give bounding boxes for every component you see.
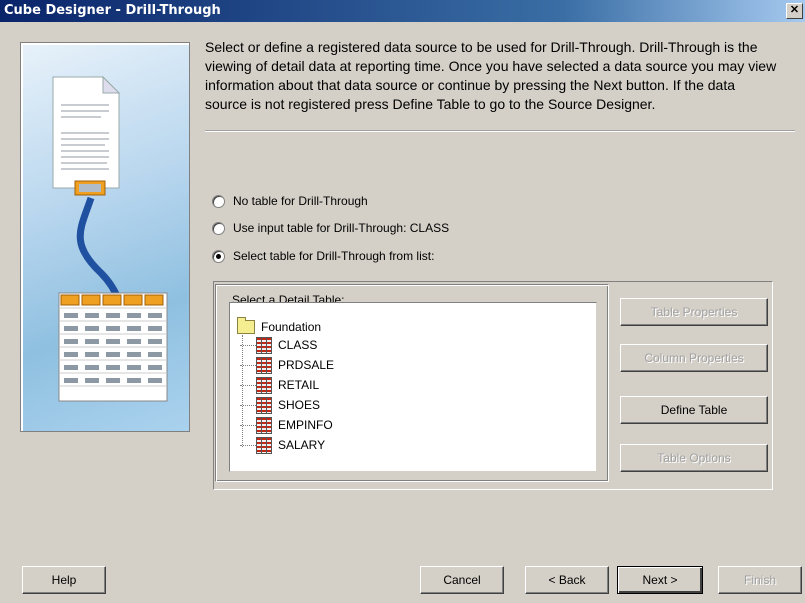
radio-input-table[interactable]: Use input table for Drill-Through: CLASS [212,221,449,235]
radio-no-table-indicator[interactable] [212,194,225,208]
radio-select-table-indicator[interactable] [212,249,225,263]
tree-item-class[interactable]: CLASS [240,335,390,355]
tree-item-label: EMPINFO [278,418,333,432]
tree-branch [240,344,256,346]
tree-item-label: PRDSALE [278,358,335,372]
tree-item-label: SALARY [278,438,326,452]
tree-root-foundation[interactable]: Foundation [237,317,322,334]
close-button[interactable]: ✕ [786,3,803,19]
cancel-button[interactable]: Cancel [420,566,504,594]
tree-item-retail[interactable]: RETAIL [240,375,390,395]
wizard-illustration [20,42,190,432]
tree-branch [240,364,256,366]
document-to-table-illustration [52,75,168,402]
separator [205,130,795,132]
radio-select-table[interactable]: Select table for Drill-Through from list… [212,249,434,263]
instructions-text: Select or define a registered data sourc… [205,39,777,112]
tree-item-label: SHOES [278,398,321,412]
tree-item-prdsale[interactable]: PRDSALE [240,355,390,375]
finish-button[interactable]: Finish [718,566,802,594]
table-icon [256,436,272,454]
define-table-button[interactable]: Define Table [620,396,768,424]
radio-no-table[interactable]: No table for Drill-Through [212,194,368,208]
table-options-button[interactable]: Table Options [620,444,768,472]
table-icon [256,356,272,374]
table-icon [256,336,272,354]
table-icon [256,396,272,414]
next-button[interactable]: Next > [617,566,703,594]
tree-item-empinfo[interactable]: EMPINFO [240,415,390,435]
table-icon [256,376,272,394]
radio-no-table-label: No table for Drill-Through [233,194,368,208]
folder-icon [237,317,255,334]
table-icon [256,416,272,434]
column-properties-button[interactable]: Column Properties [620,344,768,372]
radio-select-table-label: Select table for Drill-Through from list… [233,249,435,263]
tree-item-shoes[interactable]: SHOES [240,395,390,415]
radio-input-table-indicator[interactable] [212,221,225,235]
table-properties-button[interactable]: Table Properties [620,298,768,326]
help-button[interactable]: Help [22,566,106,594]
tree-item-label: CLASS [278,338,318,352]
title-bar: Cube Designer - Drill-Through ✕ [0,0,805,22]
tree-children: CLASS PRDSALE RETAIL SHOES EMPINFO SALAR… [240,335,390,455]
tree-item-label: RETAIL [278,378,320,392]
tree-item-salary[interactable]: SALARY [240,435,390,455]
radio-input-table-label: Use input table for Drill-Through: CLASS [233,221,450,235]
back-button[interactable]: < Back [525,566,609,594]
tree-branch [240,444,256,446]
tree-branch [240,424,256,426]
window-title: Cube Designer - Drill-Through [4,3,221,18]
tree-root-label: Foundation [261,320,322,334]
tree-branch [240,384,256,386]
detail-table-tree[interactable]: Foundation CLASS PRDSALE RETAIL SHOES EM… [229,302,597,472]
tree-branch [240,404,256,406]
